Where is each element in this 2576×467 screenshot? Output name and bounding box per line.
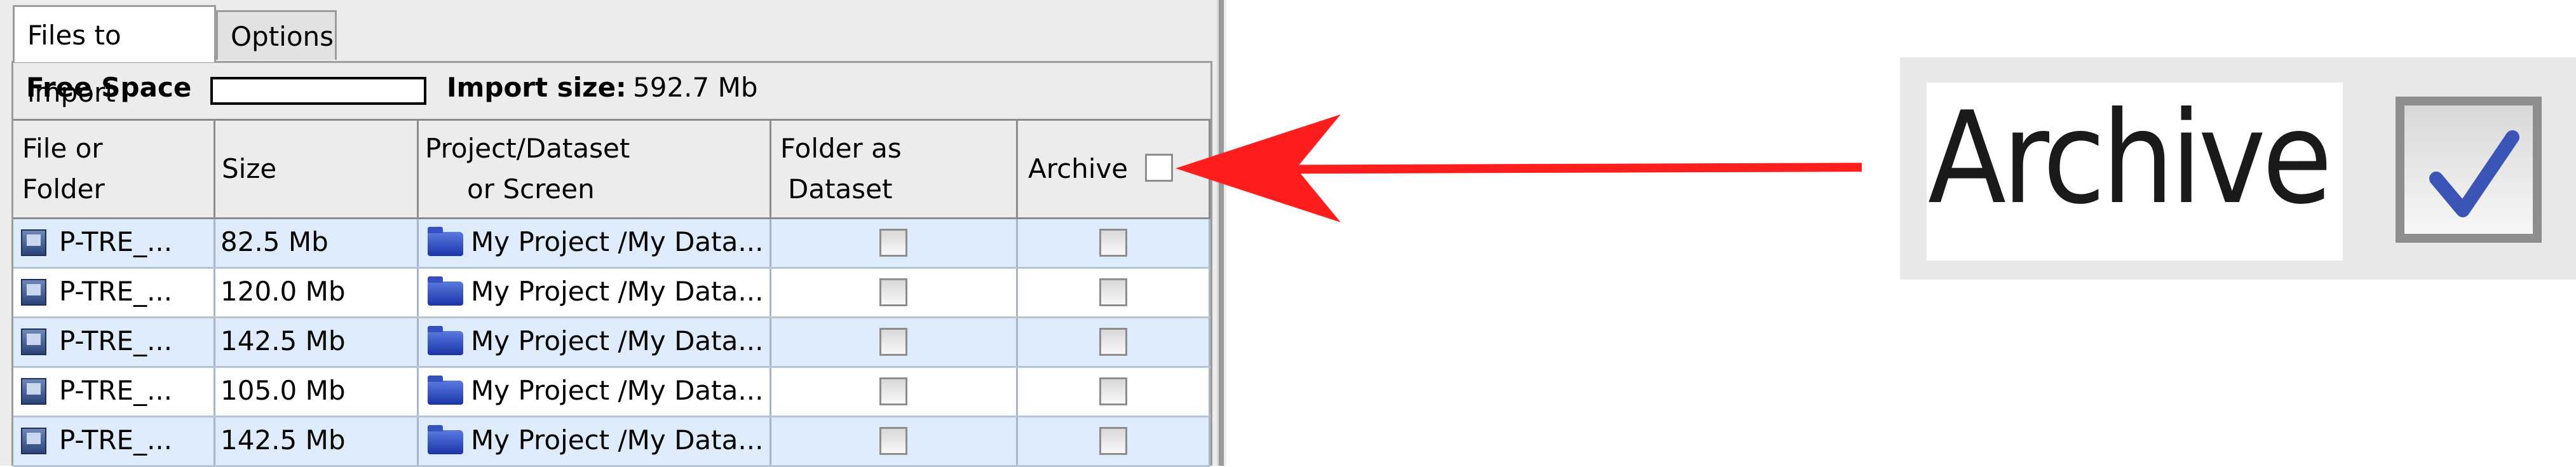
target-path: My Project /My Data... bbox=[471, 276, 764, 307]
archive-zoom-callout: Archive bbox=[1900, 57, 2576, 280]
archive-all-checkbox[interactable] bbox=[1145, 154, 1173, 182]
folder-as-dataset-checkbox[interactable] bbox=[879, 229, 907, 257]
cell-size: 82.5 Mb bbox=[215, 219, 419, 267]
image-file-icon bbox=[21, 378, 46, 405]
cell-target[interactable]: My Project /My Data... bbox=[419, 368, 771, 416]
table-row[interactable]: P-TRE_... 142.5 Mb My Project /My Data... bbox=[13, 417, 1210, 467]
table-row[interactable]: P-TRE_... 105.0 Mb My Project /My Data... bbox=[13, 368, 1210, 417]
cell-folder-as-dataset bbox=[771, 269, 1018, 316]
table-body: P-TRE_... 82.5 Mb My Project /My Data... P-… bbox=[13, 219, 1210, 467]
tab-bar: Files to import Options bbox=[0, 0, 1217, 108]
column-header-folder-as-dataset[interactable]: Folder as Dataset bbox=[771, 121, 1018, 217]
folder-icon bbox=[428, 326, 463, 355]
cell-folder-as-dataset bbox=[771, 318, 1018, 366]
column-file-line1: File or bbox=[22, 133, 103, 164]
column-header-file[interactable]: File or Folder bbox=[13, 121, 215, 217]
image-file-icon bbox=[21, 229, 46, 256]
cell-size: 105.0 Mb bbox=[215, 368, 419, 416]
image-file-icon bbox=[21, 279, 46, 306]
archive-checkbox[interactable] bbox=[1099, 328, 1127, 356]
target-path: My Project /My Data... bbox=[471, 424, 764, 456]
column-header-size[interactable]: Size bbox=[215, 121, 419, 217]
table-header: File or Folder Size Project/Dataset or S… bbox=[13, 121, 1210, 219]
cell-size: 142.5 Mb bbox=[215, 417, 419, 465]
cell-size: 120.0 Mb bbox=[215, 269, 419, 316]
column-folder-line1: Folder as bbox=[780, 133, 902, 164]
column-size-label: Size bbox=[222, 153, 277, 184]
file-size: 82.5 Mb bbox=[220, 226, 329, 257]
folder-as-dataset-checkbox[interactable] bbox=[879, 328, 907, 356]
image-file-icon bbox=[21, 428, 46, 454]
column-header-project[interactable]: Project/Dataset or Screen bbox=[419, 121, 771, 217]
arrow-left-icon bbox=[1176, 114, 1341, 222]
cell-size: 142.5 Mb bbox=[215, 318, 419, 366]
file-name: P-TRE_... bbox=[59, 424, 173, 456]
cell-target[interactable]: My Project /My Data... bbox=[419, 219, 771, 267]
cell-file[interactable]: P-TRE_... bbox=[13, 219, 215, 267]
cell-folder-as-dataset bbox=[771, 368, 1018, 416]
cell-folder-as-dataset bbox=[771, 219, 1018, 267]
archive-checkbox[interactable] bbox=[1099, 229, 1127, 257]
file-size: 142.5 Mb bbox=[220, 424, 346, 456]
target-path: My Project /My Data... bbox=[471, 226, 764, 257]
folder-as-dataset-checkbox[interactable] bbox=[879, 427, 907, 455]
import-size-label: Import size: bbox=[447, 72, 627, 103]
file-size: 120.0 Mb bbox=[220, 276, 346, 307]
cell-target[interactable]: My Project /My Data... bbox=[419, 417, 771, 465]
zoom-archive-label: Archive bbox=[1928, 85, 2333, 233]
file-name: P-TRE_... bbox=[59, 226, 173, 257]
summary-bar: Free Space Import size: 592.7 Mb bbox=[13, 63, 1210, 116]
image-file-icon bbox=[21, 328, 46, 355]
folder-icon bbox=[428, 425, 463, 454]
cell-file[interactable]: P-TRE_... bbox=[13, 318, 215, 366]
archive-checkbox[interactable] bbox=[1099, 427, 1127, 455]
file-name: P-TRE_... bbox=[59, 375, 173, 406]
cell-folder-as-dataset bbox=[771, 417, 1018, 465]
folder-as-dataset-checkbox[interactable] bbox=[879, 377, 907, 405]
free-space-bar bbox=[210, 77, 426, 105]
table-row[interactable]: P-TRE_... 120.0 Mb My Project /My Data... bbox=[13, 269, 1210, 318]
target-path: My Project /My Data... bbox=[471, 325, 764, 356]
file-name: P-TRE_... bbox=[59, 276, 173, 307]
column-folder-line2: Dataset bbox=[788, 173, 893, 205]
import-size-value: 592.7 Mb bbox=[633, 72, 758, 103]
tab-options[interactable]: Options bbox=[216, 10, 337, 60]
table-row[interactable]: P-TRE_... 142.5 Mb My Project /My Data... bbox=[13, 318, 1210, 368]
files-to-import-pane: Free Space Import size: 592.7 Mb File or… bbox=[11, 61, 1212, 467]
folder-icon bbox=[428, 227, 463, 256]
cell-archive bbox=[1018, 417, 1210, 465]
folder-as-dataset-checkbox[interactable] bbox=[879, 278, 907, 306]
cell-archive bbox=[1018, 219, 1210, 267]
file-size: 142.5 Mb bbox=[220, 325, 346, 356]
column-archive-label: Archive bbox=[1028, 153, 1129, 184]
cell-file[interactable]: P-TRE_... bbox=[13, 269, 215, 316]
table-row[interactable]: P-TRE_... 82.5 Mb My Project /My Data... bbox=[13, 219, 1210, 269]
folder-icon bbox=[428, 376, 463, 405]
cell-file[interactable]: P-TRE_... bbox=[13, 368, 215, 416]
target-path: My Project /My Data... bbox=[471, 375, 764, 406]
import-table: File or Folder Size Project/Dataset or S… bbox=[13, 119, 1210, 467]
column-file-line2: Folder bbox=[22, 173, 105, 205]
import-panel: Files to import Options Free Space Impor… bbox=[0, 0, 1226, 467]
archive-checkbox[interactable] bbox=[1099, 377, 1127, 405]
cell-archive bbox=[1018, 318, 1210, 366]
folder-icon bbox=[428, 276, 463, 306]
cell-target[interactable]: My Project /My Data... bbox=[419, 318, 771, 366]
zoom-archive-checkbox[interactable] bbox=[2396, 97, 2542, 243]
archive-checkbox[interactable] bbox=[1099, 278, 1127, 306]
cell-file[interactable]: P-TRE_... bbox=[13, 417, 215, 465]
cell-archive bbox=[1018, 269, 1210, 316]
cell-target[interactable]: My Project /My Data... bbox=[419, 269, 771, 316]
file-name: P-TRE_... bbox=[59, 325, 173, 356]
check-mark-icon bbox=[2429, 130, 2519, 217]
column-project-line1: Project/Dataset bbox=[425, 133, 630, 164]
column-project-line2: or Screen bbox=[467, 173, 595, 205]
tab-files-to-import[interactable]: Files to import bbox=[13, 5, 216, 108]
cell-archive bbox=[1018, 368, 1210, 416]
file-size: 105.0 Mb bbox=[220, 375, 346, 406]
panel-divider[interactable] bbox=[1217, 0, 1224, 466]
